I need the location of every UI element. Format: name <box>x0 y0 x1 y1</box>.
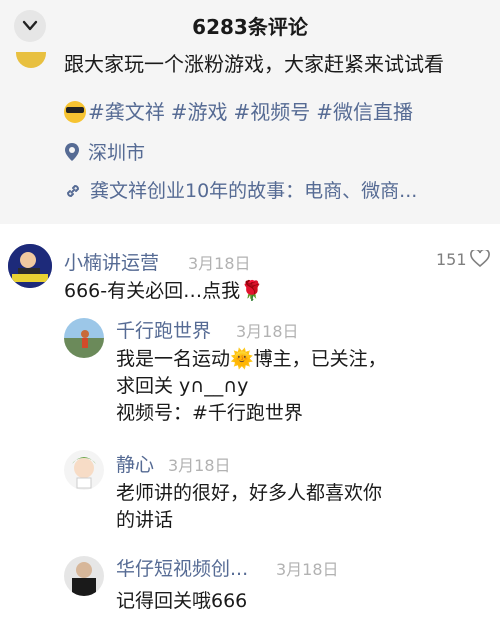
avatar-image <box>8 244 52 288</box>
commenter-avatar[interactable] <box>8 244 52 288</box>
comment-text: 记得回关哦666 <box>116 590 248 612</box>
top-bar: 6283条评论 <box>0 0 500 52</box>
post-tags: #龚文祥 #游戏 #视频号 #微信直播 <box>64 96 419 125</box>
commenter-name[interactable]: 华仔短视频创... <box>116 554 248 581</box>
commenter-avatar[interactable] <box>64 556 104 596</box>
tag-link[interactable]: #游戏 <box>171 100 228 124</box>
avatar-image <box>64 450 104 490</box>
comment-text-line: 老师讲的很好，好多人都喜欢你 <box>116 482 383 504</box>
like-count: 151 <box>436 250 467 269</box>
article-link-text: 龚文祥创业10年的故事：电商、微商... <box>90 180 418 202</box>
tag-link[interactable]: #视频号 <box>234 100 311 124</box>
comment-text: 老师讲的很好，好多人都喜欢你 的讲话 <box>116 480 382 534</box>
comment-text: 我是一名运动🌞博主，已关注， 求回关 y∩__∩y 视频号：#千行跑世界 <box>116 346 387 427</box>
commenter-name[interactable]: 静心 <box>116 450 154 477</box>
comment-date: 3月18日 <box>188 254 251 273</box>
comment-text-line: 我是一名运动🌞博主，已关注， <box>116 348 387 370</box>
tag-link[interactable]: #微信直播 <box>316 100 413 124</box>
like-heart-icon[interactable] <box>470 250 490 268</box>
article-link[interactable]: 龚文祥创业10年的故事：电商、微商... <box>64 176 417 203</box>
comment-text: 666-有关必回…点我🌹 <box>64 280 264 302</box>
location-text: 深圳市 <box>88 142 146 164</box>
comment-text-line: 的讲话 <box>116 509 174 531</box>
commenter-name[interactable]: 千行跑世界 <box>116 316 211 343</box>
avatar-image <box>64 556 104 596</box>
commenter-avatar[interactable] <box>64 450 104 490</box>
post-text: 跟大家玩一个涨粉游戏，大家赶紧来试试看 <box>64 52 444 76</box>
reply-item: 华仔短视频创... 3月18日 记得回关哦666 <box>0 552 500 622</box>
commenter-name[interactable]: 小楠讲运营 <box>64 248 159 275</box>
avatar-image <box>64 318 104 358</box>
post-author-avatar[interactable] <box>16 52 46 68</box>
comment-date: 3月18日 <box>276 560 339 579</box>
reply-item: 千行跑世界 3月18日 我是一名运动🌞博主，已关注， 求回关 y∩__∩y 视频… <box>0 316 500 436</box>
location-link[interactable]: 深圳市 <box>64 138 145 165</box>
comments-count-title: 6283条评论 <box>192 15 308 39</box>
link-icon <box>66 184 80 198</box>
sunglasses-emoji-icon <box>64 101 86 123</box>
comment-date: 3月18日 <box>168 456 231 475</box>
post-card: 跟大家玩一个涨粉游戏，大家赶紧来试试看 #龚文祥 #游戏 #视频号 #微信直播 深圳市… <box>0 52 500 224</box>
location-pin-icon <box>65 143 79 161</box>
comment-text-line: 视频号：#千行跑世界 <box>116 402 303 424</box>
tag-link[interactable]: #龚文祥 <box>88 100 165 124</box>
comment-text-line: 求回关 y∩__∩y <box>116 375 249 397</box>
comment-item: 小楠讲运营 3月18日 151 666-有关必回…点我🌹 <box>0 236 500 312</box>
reply-item: 静心 3月18日 老师讲的很好，好多人都喜欢你 的讲话 <box>0 448 500 538</box>
comment-date: 3月18日 <box>236 322 299 341</box>
commenter-avatar[interactable] <box>64 318 104 358</box>
